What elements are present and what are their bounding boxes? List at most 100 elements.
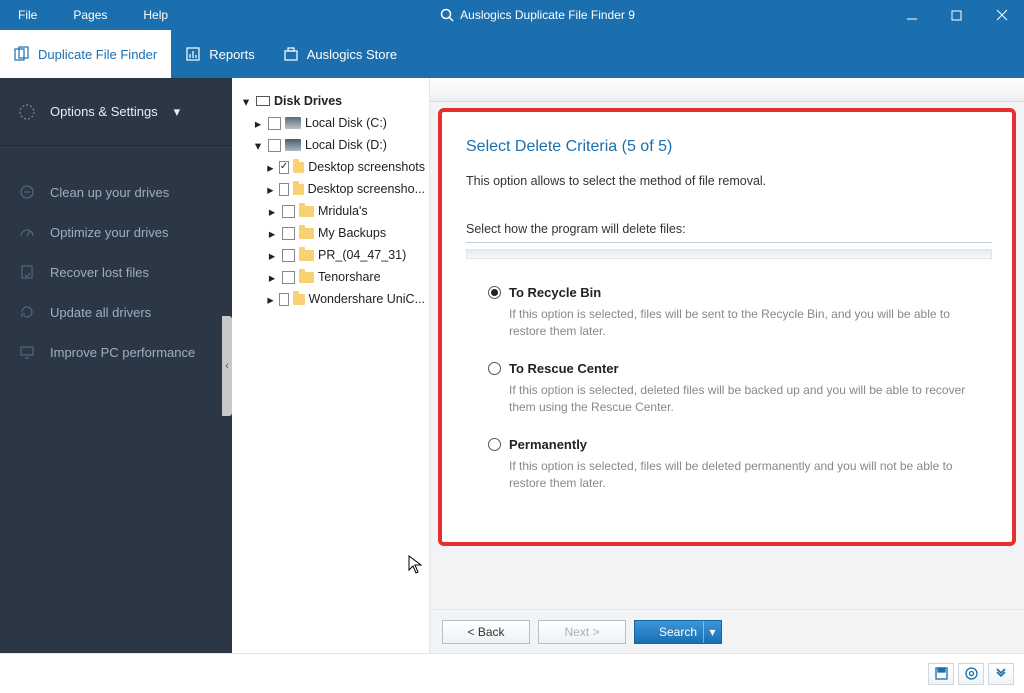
radio-description: If this option is selected, deleted file… <box>509 382 989 417</box>
expand-icon[interactable]: ▸ <box>266 249 278 261</box>
tree-folder-label[interactable]: My Backups <box>318 226 386 240</box>
delete-method-options: To Recycle Bin If this option is selected… <box>466 285 992 492</box>
menu-help[interactable]: Help <box>125 0 186 30</box>
sidebar-item-clean-drives[interactable]: Clean up your drives <box>0 172 232 212</box>
expand-icon[interactable]: ▸ <box>266 293 275 305</box>
tree-root-label: Disk Drives <box>274 94 342 108</box>
save-icon-button[interactable] <box>928 663 954 685</box>
back-button[interactable]: < Back <box>442 620 530 644</box>
expand-icon[interactable]: ▸ <box>266 227 278 239</box>
tree-folder-label[interactable]: PR_(04_47_31) <box>318 248 406 262</box>
broom-icon <box>18 183 36 201</box>
collapse-icon[interactable]: ▾ <box>240 95 252 107</box>
folder-icon <box>293 294 304 305</box>
panel-description: This option allows to select the method … <box>466 174 992 188</box>
divider <box>466 242 992 243</box>
options-settings-button[interactable]: Options & Settings ▾ <box>0 78 232 146</box>
app-logo-icon <box>440 8 454 22</box>
radio-description: If this option is selected, files will b… <box>509 306 989 341</box>
status-bar <box>0 653 1024 693</box>
minimize-button[interactable] <box>889 0 934 30</box>
search-button-label: Search <box>659 625 697 639</box>
expand-icon[interactable]: ▸ <box>252 117 264 129</box>
chevron-down-icon: ▾ <box>174 104 181 120</box>
expand-icon-button[interactable] <box>988 663 1014 685</box>
main-area: Options & Settings ▾ Clean up your drive… <box>0 78 1024 653</box>
folder-icon <box>293 184 304 195</box>
tree-node-c[interactable]: Local Disk (C:) <box>305 116 387 130</box>
sidebar-item-optimize-drives[interactable]: Optimize your drives <box>0 212 232 252</box>
folder-icon <box>299 206 314 217</box>
radio-option[interactable]: Permanently <box>488 437 992 452</box>
gear-icon <box>18 103 36 121</box>
tab-duplicate-file-finder[interactable]: Duplicate File Finder <box>0 30 171 78</box>
checkbox-d[interactable] <box>268 139 281 152</box>
tree-folder-label[interactable]: Mridula's <box>318 204 368 218</box>
drive-tree: ▾ Disk Drives ▸ Local Disk (C:) ▾ Local … <box>232 78 430 653</box>
tree-folder-label[interactable]: Desktop screensho... <box>308 182 425 196</box>
sidebar-item-improve-performance[interactable]: Improve PC performance <box>0 332 232 372</box>
refresh-icon <box>18 303 36 321</box>
tree-folder-label[interactable]: Tenorshare <box>318 270 381 284</box>
folder-checkbox[interactable] <box>279 293 289 306</box>
radio-icon[interactable] <box>488 286 501 299</box>
tree-folder-row: ▸ Desktop screenshots <box>236 156 425 178</box>
radio-label: Permanently <box>509 437 587 452</box>
radio-option[interactable]: To Recycle Bin <box>488 285 992 300</box>
sidebar-collapse-handle[interactable] <box>222 316 232 416</box>
radio-option[interactable]: To Rescue Center <box>488 361 992 376</box>
tab-reports[interactable]: Reports <box>171 30 269 78</box>
folder-checkbox[interactable] <box>282 271 295 284</box>
folder-checkbox[interactable] <box>282 227 295 240</box>
folder-icon <box>293 162 304 173</box>
sidebar-item-update-drivers[interactable]: Update all drivers <box>0 292 232 332</box>
options-label: Options & Settings <box>50 104 158 119</box>
close-button[interactable] <box>979 0 1024 30</box>
tree-folder-label[interactable]: Wondershare UniC... <box>309 292 426 306</box>
radio-icon[interactable] <box>488 362 501 375</box>
store-icon <box>283 46 299 62</box>
tree-folder-row: ▸ Tenorshare <box>236 266 425 288</box>
tab-label: Duplicate File Finder <box>38 47 157 62</box>
tree-folder-row: ▸ Wondershare UniC... <box>236 288 425 310</box>
folder-checkbox[interactable] <box>279 161 289 174</box>
radio-description: If this option is selected, files will b… <box>509 458 989 493</box>
sidebar-item-label: Recover lost files <box>50 265 149 280</box>
folder-checkbox[interactable] <box>282 205 295 218</box>
sidebar-item-recover-files[interactable]: Recover lost files <box>0 252 232 292</box>
reports-icon <box>185 46 201 62</box>
monitor-icon <box>18 343 36 361</box>
collapse-icon[interactable]: ▾ <box>252 139 264 151</box>
drive-icon <box>285 139 301 151</box>
menu-file[interactable]: File <box>0 0 55 30</box>
maximize-button[interactable] <box>934 0 979 30</box>
settings-icon-button[interactable] <box>958 663 984 685</box>
tree-folder-label[interactable]: Desktop screenshots <box>308 160 425 174</box>
sidebar-item-label: Optimize your drives <box>50 225 168 240</box>
tree-folder-row: ▸ PR_(04_47_31) <box>236 244 425 266</box>
content-scroll: Select Delete Criteria (5 of 5) This opt… <box>430 102 1024 609</box>
delete-option: To Rescue Center If this option is select… <box>488 361 992 417</box>
checkbox-c[interactable] <box>268 117 281 130</box>
tree-node-d[interactable]: Local Disk (D:) <box>305 138 387 152</box>
next-button: Next > <box>538 620 626 644</box>
content-pane: Select Delete Criteria (5 of 5) This opt… <box>430 78 1024 653</box>
titlebar: File Pages Help Auslogics Duplicate File… <box>0 0 1024 30</box>
expand-icon[interactable]: ▸ <box>266 271 278 283</box>
sidebar-item-label: Update all drivers <box>50 305 151 320</box>
expand-icon[interactable]: ▸ <box>266 205 278 217</box>
tab-auslogics-store[interactable]: Auslogics Store <box>269 30 411 78</box>
expand-icon[interactable]: ▸ <box>266 161 275 173</box>
search-dropdown-icon[interactable]: ▾ <box>703 621 721 643</box>
radio-icon[interactable] <box>488 438 501 451</box>
content-header-border <box>430 78 1024 102</box>
search-button[interactable]: Search ▾ <box>634 620 722 644</box>
menu-pages[interactable]: Pages <box>55 0 125 30</box>
folder-checkbox[interactable] <box>282 249 295 262</box>
expand-icon[interactable]: ▸ <box>266 183 275 195</box>
tab-strip: Duplicate File Finder Reports Auslogics … <box>0 30 1024 78</box>
folder-checkbox[interactable] <box>279 183 289 196</box>
tree-folder-row: ▸ Mridula's <box>236 200 425 222</box>
tree-folder-row: ▸ My Backups <box>236 222 425 244</box>
panel-sublabel: Select how the program will delete files… <box>466 222 992 236</box>
